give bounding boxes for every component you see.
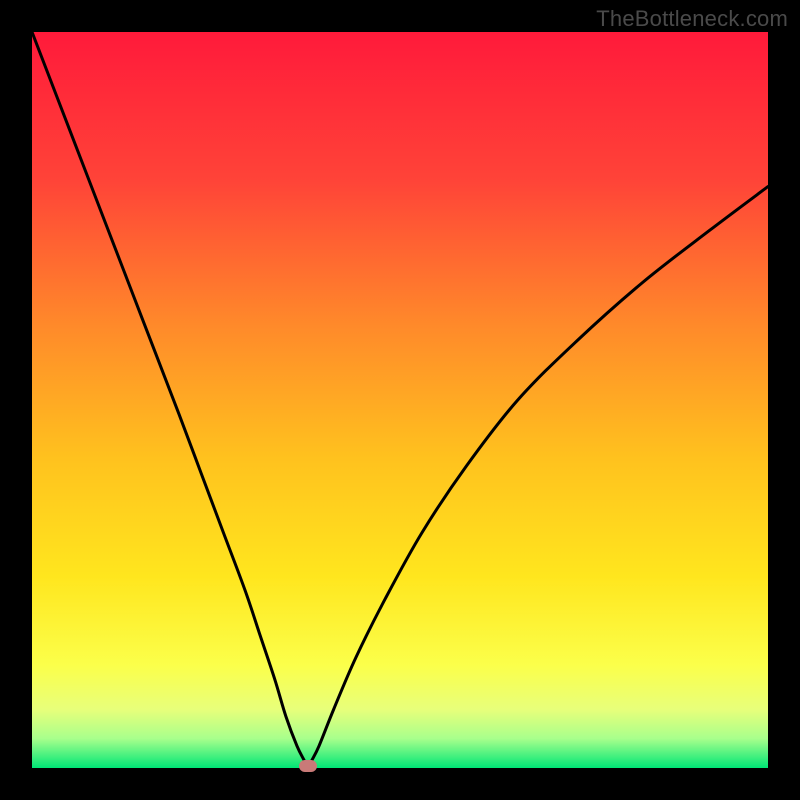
chart-frame [32,32,768,768]
bottleneck-curve-path [32,32,768,768]
minimum-marker [299,760,317,772]
curve-svg [32,32,768,768]
watermark-text: TheBottleneck.com [596,6,788,32]
